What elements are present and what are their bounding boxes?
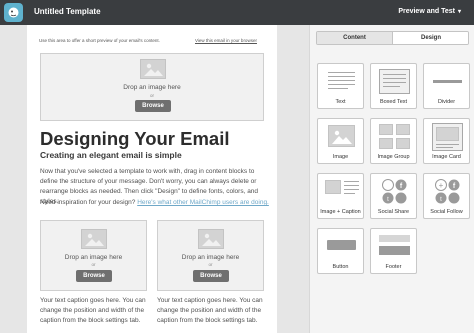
button-icon	[327, 240, 356, 250]
browse-button[interactable]: Browse	[135, 100, 171, 112]
inspiration-text: Need inspiration for your design?	[40, 199, 136, 206]
image-card-icon	[432, 123, 463, 151]
image-placeholder-icon	[140, 59, 166, 79]
block-image-group[interactable]: Image Group	[370, 118, 417, 164]
inspiration-link[interactable]: Here's what other MailChimp users are do…	[137, 199, 269, 206]
block-image-card[interactable]: Image Card	[423, 118, 470, 164]
image-placeholder-icon	[81, 229, 107, 249]
column-caption[interactable]: Your text caption goes here. You can cha…	[157, 296, 273, 326]
view-in-browser-link[interactable]: View this email in your browser	[195, 38, 257, 43]
block-label: Boxed Text	[379, 99, 408, 105]
block-label: Social Share	[377, 209, 410, 215]
email-canvas-area: Use this area to offer a short preview o…	[0, 25, 309, 333]
mailchimp-logo-icon[interactable]	[4, 3, 23, 22]
email-subheading[interactable]: Creating an elegant email is simple	[40, 150, 182, 160]
email-body: Use this area to offer a short preview o…	[27, 25, 277, 333]
or-text: or	[149, 93, 154, 98]
preheader[interactable]: Use this area to offer a short preview o…	[27, 25, 277, 53]
block-label: Image Group	[377, 154, 410, 160]
column-caption[interactable]: Your text caption goes here. You can cha…	[40, 296, 156, 326]
or-text: or	[91, 262, 96, 267]
image-group-icon	[379, 124, 410, 150]
block-text[interactable]: Text	[317, 63, 364, 109]
image-icon	[328, 125, 355, 147]
preview-and-test-button[interactable]: Preview and Test ▾	[398, 8, 461, 15]
column-image-dropzone[interactable]: Drop an image here or Browse	[157, 220, 264, 291]
block-divider[interactable]: Divider	[423, 63, 470, 109]
chevron-down-icon: ▾	[457, 9, 461, 15]
block-label: Footer	[385, 264, 402, 270]
block-label: Text	[335, 99, 346, 105]
inspiration-line: Need inspiration for your design? Here's…	[40, 199, 269, 206]
header-image-dropzone[interactable]: Drop an image here or Browse	[40, 53, 264, 121]
browse-button[interactable]: Browse	[76, 270, 112, 282]
drop-image-text: Drop an image here	[123, 84, 181, 91]
block-image-caption[interactable]: Image + Caption	[317, 173, 364, 219]
browse-button[interactable]: Browse	[193, 270, 229, 282]
block-button[interactable]: Button	[317, 228, 364, 274]
column-image-dropzone[interactable]: Drop an image here or Browse	[40, 220, 147, 291]
boxed-text-icon	[379, 69, 410, 94]
social-follow-icon: + f t	[434, 178, 461, 206]
block-label: Image + Caption	[320, 209, 361, 215]
divider-icon	[433, 80, 462, 83]
block-boxed-text[interactable]: Boxed Text	[370, 63, 417, 109]
sidebar-tabs: Content Design	[316, 31, 469, 45]
block-label: Image	[332, 154, 349, 160]
drop-image-text: Drop an image here	[181, 254, 240, 261]
footer-icon	[379, 235, 410, 259]
block-label: Divider	[437, 99, 456, 105]
top-bar: Untitled Template Preview and Test ▾	[0, 0, 474, 25]
block-social-follow[interactable]: + f t Social Follow	[423, 173, 470, 219]
image-placeholder-icon	[198, 229, 224, 249]
preheader-text: Use this area to offer a short preview o…	[39, 38, 160, 43]
drop-image-text: Drop an image here	[64, 254, 123, 261]
block-label: Image Card	[432, 154, 461, 160]
social-share-icon: ft	[381, 178, 408, 206]
template-title[interactable]: Untitled Template	[34, 7, 101, 16]
email-heading[interactable]: Designing Your Email	[40, 128, 230, 150]
tab-design[interactable]: Design	[393, 32, 468, 44]
content-sidebar: Content Design Text Boxed Text Divider I…	[309, 25, 474, 333]
svg-text:+: +	[439, 181, 444, 190]
block-image[interactable]: Image	[317, 118, 364, 164]
block-social-share[interactable]: ft Social Share	[370, 173, 417, 219]
preview-label: Preview and Test	[398, 8, 455, 15]
image-caption-icon	[325, 180, 359, 204]
block-footer[interactable]: Footer	[370, 228, 417, 274]
block-label: Button	[332, 264, 349, 270]
text-icon	[328, 72, 355, 92]
tab-content[interactable]: Content	[317, 32, 393, 44]
or-text: or	[208, 262, 213, 267]
block-label: Social Follow	[430, 209, 463, 215]
